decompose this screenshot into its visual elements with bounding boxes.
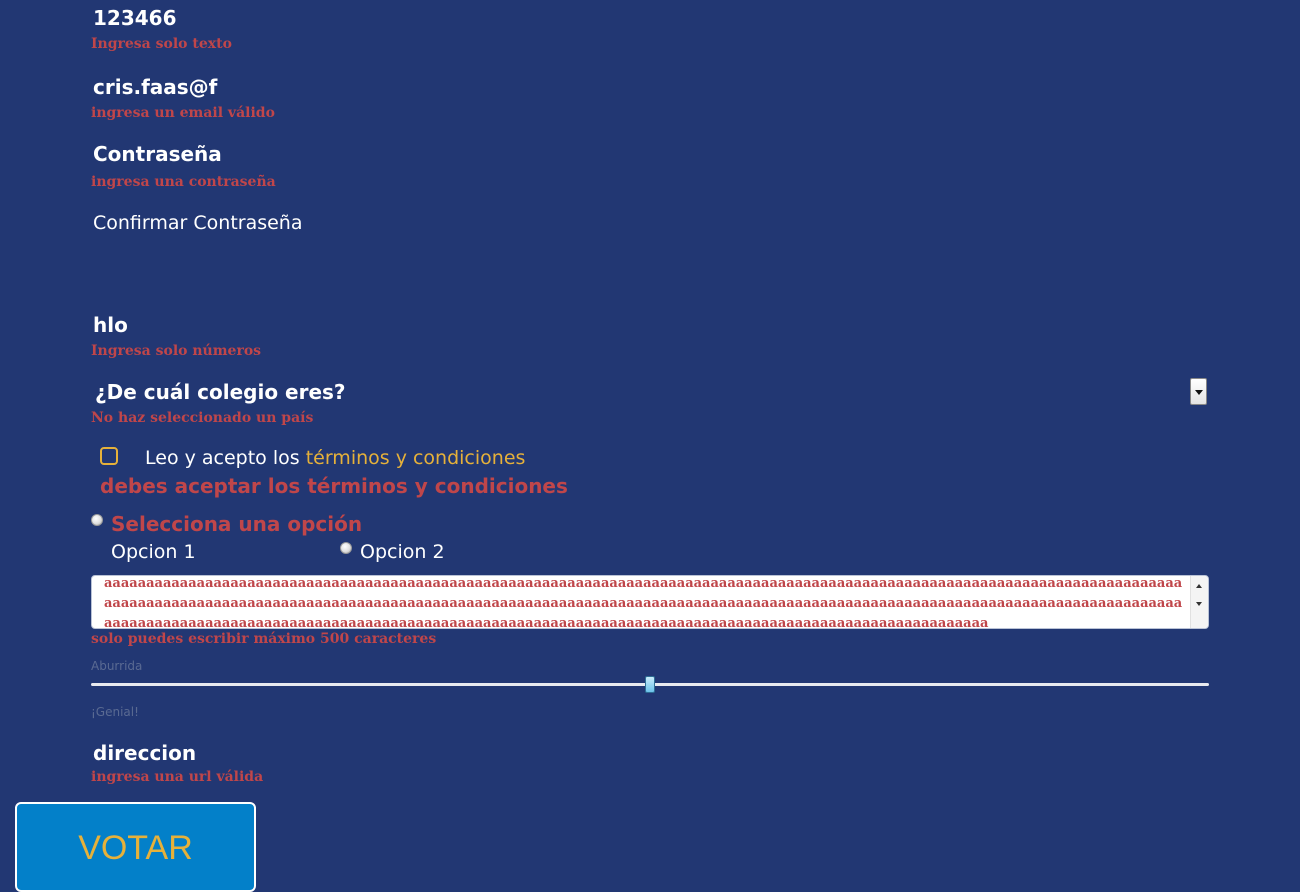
chevron-down-icon[interactable] xyxy=(1190,378,1207,405)
name-input[interactable]: 123466 xyxy=(93,6,177,30)
password-input[interactable]: Contraseña xyxy=(93,142,222,166)
comment-textarea[interactable]: aaaaaaaaaaaaaaaaaaaaaaaaaaaaaaaaaaaaaaaa… xyxy=(91,575,1209,629)
textarea-text: aaaaaaaaaaaaaaaaaaaaaaaaaaaaaaaaaaaaaaaa… xyxy=(104,576,1183,629)
registration-form: 123466 Ingresa solo texto cris.faas@f in… xyxy=(0,0,1300,892)
school-error: No haz seleccionado un país xyxy=(91,410,314,426)
radio-option-2[interactable] xyxy=(340,542,352,554)
range-min-label: Aburrida xyxy=(91,659,143,673)
terms-link[interactable]: términos y condiciones xyxy=(306,447,526,469)
confirm-password-input[interactable]: Confirmar Contraseña xyxy=(93,211,303,235)
scroll-up-icon[interactable] xyxy=(1196,584,1202,588)
textarea-error: solo puedes escribir máximo 500 caracter… xyxy=(91,631,437,647)
number-error: Ingresa solo números xyxy=(91,343,262,359)
option-2-label: Opcion 2 xyxy=(360,541,445,563)
vote-button[interactable]: VOTAR xyxy=(15,802,256,892)
url-input[interactable]: direccion xyxy=(93,741,196,765)
url-error: ingresa una url válida xyxy=(91,769,264,785)
terms-checkbox[interactable] xyxy=(100,447,118,465)
password-error: ingresa una contraseña xyxy=(91,174,276,190)
email-input[interactable]: cris.faas@f xyxy=(93,75,217,99)
radio-error: Selecciona una opción xyxy=(111,512,363,536)
terms-error: debes aceptar los términos y condiciones xyxy=(100,474,568,498)
textarea-scrollbar[interactable] xyxy=(1190,576,1208,628)
range-max-label: ¡Genial! xyxy=(91,705,139,719)
name-error: Ingresa solo texto xyxy=(91,36,232,52)
radio-option-1[interactable] xyxy=(91,514,103,526)
school-select[interactable]: ¿De cuál colegio eres? xyxy=(95,380,346,404)
terms-label: Leo y acepto los términos y condiciones xyxy=(145,446,525,470)
option-1-label: Opcion 1 xyxy=(111,541,196,563)
scroll-down-icon[interactable] xyxy=(1196,602,1202,606)
number-input[interactable]: hlo xyxy=(93,313,128,337)
terms-prefix: Leo y acepto los xyxy=(145,447,306,469)
email-error: ingresa un email válido xyxy=(91,105,275,121)
rating-slider-thumb[interactable] xyxy=(645,676,655,693)
